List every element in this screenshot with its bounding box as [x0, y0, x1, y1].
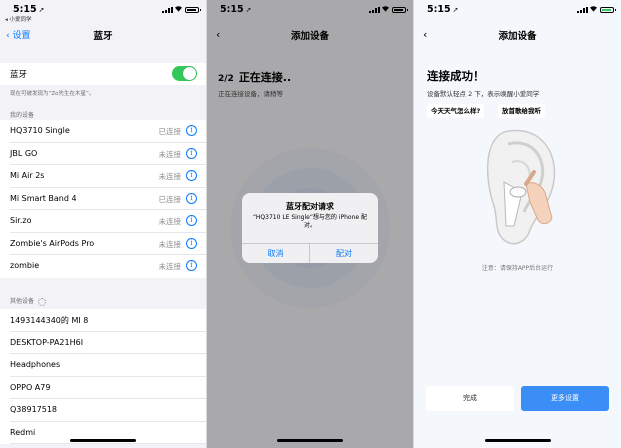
bluetooth-settings-screen: 5:15 ➚ ◂ 小爱同学 ‹ 设置 蓝牙 蓝牙 现在可被发现为“Zo先生在木星”… [0, 0, 206, 448]
my-device-row[interactable]: JBL GO 未连接 i [0, 142, 206, 165]
location-arrow-icon: ➚ [452, 6, 459, 14]
step-number: 2/2 [218, 74, 234, 84]
device-name: 1493144340的 MI 8 [10, 316, 89, 325]
bluetooth-toggle[interactable] [172, 66, 197, 81]
bluetooth-toggle-row: 蓝牙 [0, 63, 206, 85]
wake-tip: 设备默认轻点 2 下，表示唤醒小爱同学 [427, 90, 540, 98]
info-icon[interactable]: i [186, 260, 197, 271]
device-name: DESKTOP-PA21H6I [10, 337, 84, 347]
signal-icon [369, 7, 380, 13]
other-device-row[interactable]: 1493144340的 MI 8 [0, 309, 206, 332]
back-to-app-link[interactable]: ◂ 小爱同学 [5, 15, 32, 23]
pairing-request-dialog: 蓝牙配对请求 “HQ3710 LE Single”想与您的 iPhone 配对。… [242, 193, 378, 263]
pairing-screen: 5:15 ➚ ‹ 添加设备 2/2 正在连接.. 正在连接设备，请稍等 蓝牙配对请求… [207, 0, 413, 448]
my-device-row[interactable]: Sir.zo 未连接 i [0, 210, 206, 233]
device-status: 已连接 [158, 194, 182, 204]
home-indicator[interactable] [484, 439, 551, 442]
page-title: 添加设备 [498, 31, 537, 42]
wifi-icon [382, 6, 389, 12]
info-icon[interactable]: i [186, 170, 197, 181]
step-subtitle: 正在连接设备，请稍等 [218, 90, 283, 98]
device-name: Headphones [10, 360, 61, 369]
battery-icon [600, 7, 616, 13]
status-bar: 5:15 ➚ ◂ 小爱同学 [0, 0, 206, 24]
success-heading: 连接成功！ [427, 69, 485, 83]
info-icon[interactable]: i [186, 125, 197, 136]
device-name: JBL GO [10, 148, 38, 158]
my-device-row[interactable]: Mi Smart Band 4 已连接 i [0, 187, 206, 210]
status-time: 5:15 ➚ [220, 4, 252, 15]
earbud-illustration [486, 129, 556, 245]
status-time: 5:15 ➚ [13, 4, 45, 15]
status-time: 5:15 ➚ [427, 4, 459, 15]
info-icon[interactable]: i [186, 192, 197, 204]
info-icon[interactable]: i [186, 147, 197, 159]
location-arrow-icon: ➚ [245, 6, 252, 14]
signal-icon [162, 7, 173, 13]
my-devices-header: 我的设备 [10, 112, 35, 119]
device-name: Q38917518 [10, 405, 58, 414]
device-status: 未连接 [158, 149, 182, 159]
device-name: OPPO A79 [10, 382, 51, 392]
my-device-row[interactable]: Zombie's AirPods Pro 未连接 i [0, 232, 206, 255]
success-screen: 5:15 ➚ ‹ 添加设备 连接成功！ 设备默认轻点 2 下，表示唤醒小爱同学 今… [414, 0, 621, 448]
dialog-message: “HQ3710 LE Single”想与您的 iPhone 配对。 [253, 214, 367, 229]
device-status: 未连接 [158, 262, 182, 271]
battery-icon [185, 7, 201, 13]
info-icon[interactable]: i [186, 237, 197, 249]
more-settings-button[interactable]: 更多设置 [521, 386, 609, 411]
pair-button[interactable]: 配对 [310, 244, 378, 263]
page-title: 蓝牙 [93, 31, 113, 42]
device-name: Mi Air 2s [10, 171, 45, 180]
loading-spinner-icon [38, 297, 47, 306]
example-chip-weather: 今天天气怎么样? [427, 104, 485, 118]
status-bar: 5:15 ➚ [414, 0, 621, 24]
wifi-icon [590, 6, 597, 12]
location-arrow-icon: ➚ [38, 6, 45, 14]
my-device-row[interactable]: zombie 未连接 i [0, 255, 206, 278]
dialog-title: 蓝牙配对请求 [286, 202, 334, 211]
my-device-row[interactable]: HQ3710 Single 已连接 i [0, 120, 206, 143]
example-chip-music: 放首歌给我听 [498, 104, 545, 118]
discoverable-note: 现在可被发现为“Zo先生在木星”。 [10, 91, 95, 97]
status-bar: 5:15 ➚ [207, 0, 413, 24]
other-device-row[interactable]: DESKTOP-PA21H6I [0, 331, 206, 354]
navigation-bar: ‹ 添加设备 [207, 26, 413, 44]
other-device-row[interactable]: Headphones [0, 354, 206, 377]
step-heading: 2/2 正在连接.. [218, 69, 291, 85]
background-notice: 注意：请保持APP后台运行 [481, 265, 554, 272]
info-icon[interactable]: i [186, 215, 197, 226]
device-status: 已连接 [158, 127, 182, 136]
signal-icon [577, 7, 588, 13]
navigation-bar: ‹ 添加设备 [414, 26, 621, 44]
other-device-row[interactable]: Q38917518 [0, 399, 206, 422]
device-status: 未连接 [158, 217, 182, 226]
done-button[interactable]: 完成 [426, 386, 514, 411]
home-indicator[interactable] [277, 439, 343, 442]
bluetooth-label: 蓝牙 [10, 70, 28, 80]
other-device-row[interactable]: OPPO A79 [0, 376, 206, 399]
device-status: 未连接 [158, 239, 182, 249]
device-name: Zombie's AirPods Pro [10, 238, 95, 248]
device-name: Sir.zo [10, 216, 32, 225]
battery-icon [392, 7, 408, 13]
device-name: Mi Smart Band 4 [10, 193, 77, 203]
my-device-row[interactable]: Mi Air 2s 未连接 i [0, 165, 206, 188]
device-name: HQ3710 Single [10, 126, 70, 135]
home-indicator[interactable] [70, 439, 136, 442]
cancel-button[interactable]: 取消 [242, 244, 310, 263]
other-devices-header: 其他设备 [10, 296, 47, 306]
page-title: 添加设备 [290, 31, 329, 42]
step-text: 正在连接.. [238, 71, 292, 84]
navigation-bar: ‹ 设置 蓝牙 [0, 26, 206, 44]
device-name: zombie [10, 261, 40, 270]
device-name: Redmi [10, 427, 36, 437]
wifi-icon [175, 6, 182, 12]
device-status: 未连接 [158, 172, 182, 181]
